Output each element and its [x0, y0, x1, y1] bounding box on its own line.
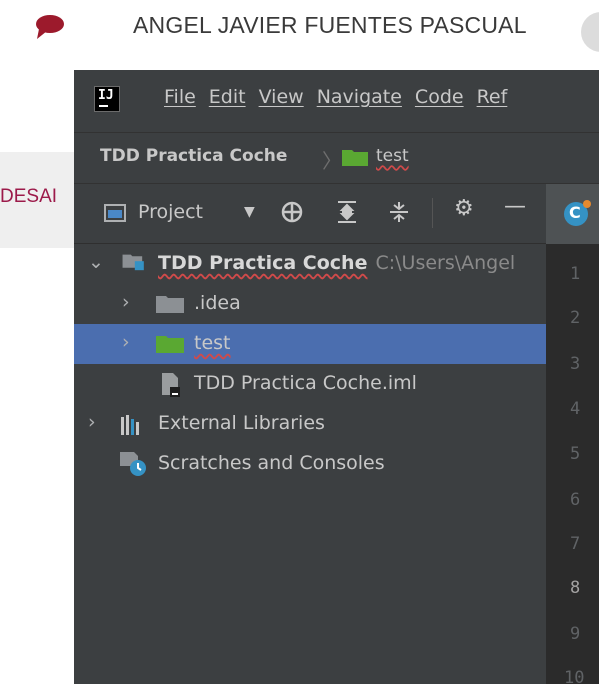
expand-all-icon[interactable] [388, 200, 410, 224]
avatar[interactable] [581, 12, 599, 52]
idea-folder-label: .idea [194, 292, 241, 314]
collapse-all-icon[interactable] [336, 200, 358, 224]
line-number: 9 [570, 624, 581, 644]
gear-icon[interactable]: ⚙ [454, 196, 474, 221]
editor-tab[interactable]: C [546, 184, 599, 244]
line-number-active: 8 [570, 578, 581, 598]
breadcrumb-separator-icon: 〉 [322, 149, 342, 173]
breadcrumb: TDD Practica Coche 〉 test [74, 132, 599, 184]
project-toolbar: Project ▼ ⚙ — [74, 184, 546, 244]
scratches-icon [120, 452, 146, 476]
intellij-logo-icon: IJ [94, 86, 120, 112]
dropdown-arrow-icon[interactable]: ▼ [244, 204, 255, 220]
menu-edit[interactable]: Edit [209, 86, 246, 108]
folder-icon [342, 150, 368, 166]
folder-icon [156, 296, 184, 313]
tree-item-external-libraries[interactable]: › External Libraries [74, 404, 546, 444]
menu-bar: IJ File Edit View Navigate Code Ref [74, 70, 599, 132]
background-tab-label[interactable]: DESAI [0, 186, 57, 208]
chevron-right-icon[interactable]: › [88, 411, 96, 433]
menu-navigate[interactable]: Navigate [317, 86, 402, 108]
breadcrumb-project[interactable]: TDD Practica Coche [100, 146, 287, 166]
chevron-down-icon[interactable]: ⌄ [88, 251, 104, 273]
chevron-right-icon[interactable]: › [122, 331, 130, 353]
chevron-right-icon[interactable]: › [122, 291, 130, 313]
tree-item-root[interactable]: ⌄ TDD Practica Coche C:\Users\Angel [74, 244, 546, 284]
iml-file-label: TDD Practica Coche.iml [194, 372, 417, 394]
tree-item-test[interactable]: › test [74, 324, 546, 364]
external-libraries-label: External Libraries [158, 412, 325, 434]
tree-item-iml[interactable]: TDD Practica Coche.iml [74, 364, 546, 404]
module-folder-icon [122, 254, 144, 271]
line-number: 2 [570, 308, 581, 328]
chat-bubble-icon[interactable] [33, 14, 67, 40]
menu-view[interactable]: View [259, 86, 304, 108]
main-menu: File Edit View Navigate Code Ref [164, 86, 507, 108]
iml-file-icon [162, 373, 180, 397]
intellij-window: IJ File Edit View Navigate Code Ref TDD … [74, 70, 599, 684]
line-number: 10 [564, 668, 585, 684]
line-number: 3 [570, 354, 581, 374]
menu-refactor[interactable]: Ref [477, 86, 508, 108]
user-name: ANGEL JAVIER FUENTES PASCUAL [133, 12, 527, 38]
breadcrumb-folder[interactable]: test [376, 146, 409, 166]
line-number: 5 [570, 444, 581, 464]
libraries-icon [121, 415, 139, 435]
toolbar-divider [432, 198, 433, 228]
project-view-icon [104, 204, 126, 222]
line-number: 1 [570, 264, 581, 284]
line-number: 6 [570, 490, 581, 510]
tree-item-idea[interactable]: › .idea [74, 284, 546, 324]
menu-code[interactable]: Code [415, 86, 464, 108]
locate-icon[interactable] [280, 200, 304, 224]
root-project-label: TDD Practica Coche [158, 252, 368, 274]
logo-text: IJ [98, 88, 114, 103]
tree-item-scratches[interactable]: Scratches and Consoles [74, 444, 546, 484]
scratches-label: Scratches and Consoles [158, 452, 385, 474]
hide-icon[interactable]: — [504, 194, 526, 219]
line-number: 7 [570, 534, 581, 554]
test-folder-label: test [194, 332, 231, 354]
class-file-icon: C [564, 200, 591, 226]
project-view-selector[interactable]: Project [138, 201, 203, 223]
editor-area: C 1 2 3 4 5 6 7 8 9 10 [546, 184, 599, 684]
project-tree: ⌄ TDD Practica Coche C:\Users\Angel › .id… [74, 244, 546, 684]
test-folder-icon [156, 336, 184, 353]
line-number: 4 [570, 399, 581, 419]
root-project-path: C:\Users\Angel [375, 252, 516, 274]
background-page-header: ANGEL JAVIER FUENTES PASCUAL [0, 0, 599, 68]
menu-file[interactable]: File [164, 86, 196, 108]
